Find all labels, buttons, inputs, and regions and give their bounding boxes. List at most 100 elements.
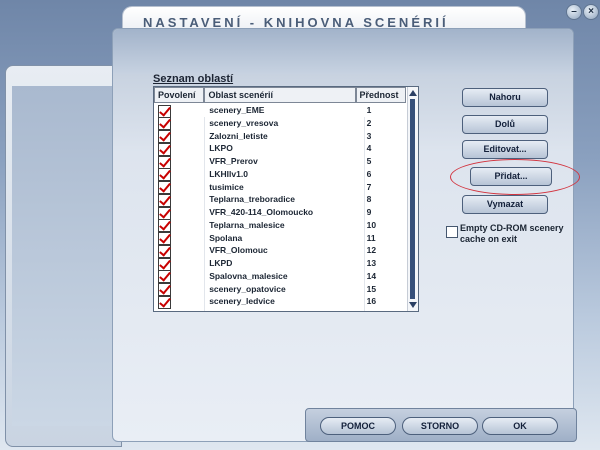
table-row[interactable]: Spalovna_malesice 14 bbox=[154, 270, 406, 284]
priority-value: 4 bbox=[366, 143, 372, 154]
column-header-area[interactable]: Oblast scenérií bbox=[204, 87, 356, 103]
priority-value: 7 bbox=[366, 181, 372, 192]
table-row[interactable]: Spolana 11 bbox=[154, 232, 406, 245]
enabled-checkbox[interactable] bbox=[158, 232, 171, 245]
area-name: scenery_EME bbox=[209, 105, 265, 115]
column-header-enabled[interactable]: Povolení bbox=[154, 87, 205, 103]
enabled-checkbox[interactable] bbox=[158, 244, 171, 258]
enabled-checkbox[interactable] bbox=[158, 283, 171, 296]
scroll-up-icon[interactable] bbox=[409, 90, 417, 96]
area-name: scenery_vresova bbox=[209, 117, 279, 128]
enabled-cell bbox=[154, 257, 203, 271]
area-name: Teplarna_malesice bbox=[209, 219, 285, 230]
enabled-checkbox[interactable] bbox=[158, 168, 171, 182]
table-row[interactable]: Teplarna_treboradice 8 bbox=[154, 193, 406, 207]
priority-value: 6 bbox=[366, 168, 372, 179]
table-row[interactable]: LKPD 13 bbox=[154, 257, 406, 271]
decorative-band bbox=[113, 29, 573, 74]
table-row[interactable]: scenery_EME 1 bbox=[154, 104, 406, 118]
scenery-library-dialog: Seznam oblastí Povolení Oblast scenérií … bbox=[112, 28, 580, 442]
priority-value: 14 bbox=[366, 270, 377, 281]
priority-value: 2 bbox=[366, 117, 372, 128]
area-name: tusimice bbox=[209, 181, 244, 192]
table-row[interactable]: VFR_420-114_Olomoucko 9 bbox=[154, 206, 406, 220]
enabled-checkbox[interactable] bbox=[158, 104, 171, 118]
help-button[interactable]: POMOC bbox=[320, 417, 396, 435]
background-panel bbox=[5, 65, 122, 447]
enabled-cell bbox=[154, 193, 203, 207]
dialog-footer: POMOC STORNO OK bbox=[305, 408, 577, 442]
enabled-checkbox[interactable] bbox=[158, 142, 171, 156]
scroll-thumb[interactable] bbox=[410, 99, 415, 299]
enabled-checkbox[interactable] bbox=[158, 130, 171, 143]
highlight-ellipse bbox=[450, 159, 580, 195]
priority-value: 15 bbox=[366, 283, 377, 294]
list-header: Povolení Oblast scenérií Přednost bbox=[154, 87, 406, 103]
area-name: LKPD bbox=[209, 258, 233, 268]
enabled-cell bbox=[154, 130, 203, 143]
enabled-cell bbox=[154, 270, 203, 284]
enabled-checkbox[interactable] bbox=[158, 295, 171, 309]
enabled-checkbox[interactable] bbox=[158, 117, 171, 131]
table-row[interactable]: Zalozni_letiste 3 bbox=[154, 130, 406, 143]
area-name: Spolana bbox=[209, 232, 243, 243]
cancel-button[interactable]: STORNO bbox=[402, 417, 478, 435]
enabled-checkbox[interactable] bbox=[158, 155, 171, 169]
area-name: scenery_opatovice bbox=[209, 283, 286, 294]
enabled-checkbox[interactable] bbox=[158, 219, 171, 233]
priority-value: 11 bbox=[366, 232, 376, 243]
area-name: scenery_ledvice bbox=[209, 296, 275, 307]
enabled-cell bbox=[154, 219, 203, 233]
table-row[interactable]: tusimice 7 bbox=[154, 181, 406, 194]
priority-value: 13 bbox=[366, 258, 377, 268]
area-name: LKHIlv1.0 bbox=[209, 168, 248, 179]
enabled-cell bbox=[154, 244, 203, 258]
cd-cache-label[interactable]: Empty CD-ROM scenery cache on exit bbox=[460, 223, 570, 245]
enabled-cell bbox=[154, 206, 203, 220]
table-row[interactable]: scenery_vresova 2 bbox=[154, 117, 406, 131]
table-row[interactable]: VFR_Prerov 5 bbox=[154, 155, 406, 169]
delete-button[interactable]: Vymazat bbox=[462, 195, 548, 214]
window-minimize-icon[interactable]: – bbox=[566, 4, 582, 20]
enabled-checkbox[interactable] bbox=[158, 181, 171, 194]
scroll-down-icon[interactable] bbox=[409, 302, 417, 308]
column-header-priority[interactable]: Přednost bbox=[355, 87, 406, 103]
priority-value: 5 bbox=[366, 156, 372, 166]
move-down-button[interactable]: Dolů bbox=[462, 115, 548, 134]
enabled-cell bbox=[154, 142, 203, 156]
scenery-area-list[interactable]: Povolení Oblast scenérií Přednost scener… bbox=[153, 86, 419, 312]
enabled-checkbox[interactable] bbox=[158, 193, 171, 207]
enabled-checkbox[interactable] bbox=[158, 270, 171, 284]
table-row[interactable]: scenery_opatovice 15 bbox=[154, 283, 406, 296]
table-row[interactable]: VFR_Olomouc 12 bbox=[154, 244, 406, 258]
priority-value: 10 bbox=[366, 219, 377, 230]
enabled-checkbox[interactable] bbox=[158, 206, 171, 220]
window-close-icon[interactable]: × bbox=[583, 4, 599, 20]
enabled-cell bbox=[154, 104, 203, 118]
priority-value: 3 bbox=[366, 130, 372, 141]
area-name: Zalozni_letiste bbox=[209, 130, 268, 141]
table-row[interactable]: Teplarna_malesice 10 bbox=[154, 219, 406, 233]
enabled-cell bbox=[154, 168, 203, 182]
priority-value: 9 bbox=[366, 207, 372, 217]
list-scrollbar[interactable] bbox=[407, 87, 418, 311]
cd-cache-checkbox[interactable] bbox=[446, 226, 458, 238]
ok-button[interactable]: OK bbox=[482, 417, 558, 435]
priority-value: 1 bbox=[366, 105, 372, 115]
table-row[interactable]: LKPO 4 bbox=[154, 142, 406, 156]
area-name: VFR_420-114_Olomoucko bbox=[209, 207, 314, 217]
enabled-cell bbox=[154, 232, 203, 245]
list-rows: scenery_EME 1 scenery_vresova 2 Zalozni_leti… bbox=[154, 104, 406, 309]
edit-button[interactable]: Editovat... bbox=[462, 140, 548, 159]
priority-value: 8 bbox=[366, 194, 372, 205]
table-row[interactable]: LKHIlv1.0 6 bbox=[154, 168, 406, 182]
enabled-cell bbox=[154, 295, 203, 309]
area-name: LKPO bbox=[209, 143, 233, 154]
enabled-cell bbox=[154, 181, 203, 194]
move-up-button[interactable]: Nahoru bbox=[462, 88, 548, 107]
table-row[interactable]: scenery_ledvice 16 bbox=[154, 295, 406, 309]
area-list-label: Seznam oblastí bbox=[153, 73, 234, 85]
area-name: VFR_Olomouc bbox=[209, 245, 268, 256]
enabled-cell bbox=[154, 155, 203, 169]
enabled-checkbox[interactable] bbox=[158, 257, 171, 271]
